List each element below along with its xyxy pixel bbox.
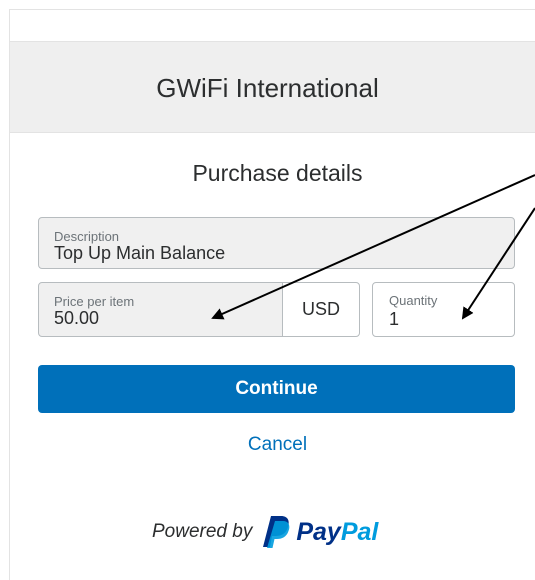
annotation-arrow-price	[211, 174, 535, 320]
annotation-arrow-quantity	[461, 207, 535, 320]
annotation-arrows	[211, 174, 535, 320]
